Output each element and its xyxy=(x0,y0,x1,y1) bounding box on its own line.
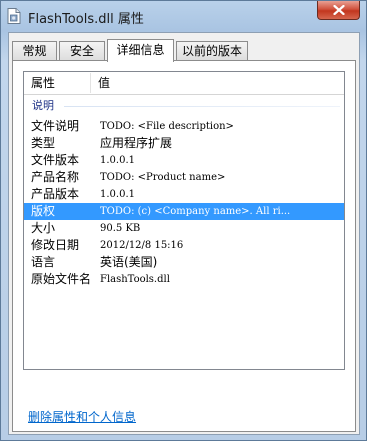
property-name: 文件说明 xyxy=(31,119,80,133)
property-name: 产品版本 xyxy=(31,187,80,201)
close-icon xyxy=(333,5,345,15)
list-item[interactable]: 文件说明 TODO: <File description> xyxy=(24,118,344,135)
details-panel: 属性 值 说明 文件说明 TODO: <File description> 类型… xyxy=(12,60,356,432)
properties-list[interactable]: 属性 值 说明 文件说明 TODO: <File description> 类型… xyxy=(23,71,345,370)
property-name: 类型 xyxy=(31,136,56,150)
property-name: 文件版本 xyxy=(31,153,80,167)
dll-file-icon xyxy=(7,8,21,24)
property-value: 90.5 KB xyxy=(100,223,141,234)
list-item[interactable]: 大小 90.5 KB xyxy=(24,220,344,237)
list-item[interactable]: 原始文件名 FlashTools.dll xyxy=(24,271,344,288)
tab-label: 以前的版本 xyxy=(181,44,242,58)
column-header-value[interactable]: 值 xyxy=(91,72,344,94)
property-name: 修改日期 xyxy=(31,238,80,252)
property-value: 1.0.0.1 xyxy=(100,155,135,166)
list-item-selected[interactable]: 版权 TODO: (c) <Company name>. All ri... xyxy=(24,203,344,220)
property-name: 大小 xyxy=(31,221,56,235)
list-item[interactable]: 语言 英语(美国) xyxy=(24,254,344,271)
tab-general[interactable]: 常规 xyxy=(12,41,57,61)
group-label: 说明 xyxy=(32,98,58,114)
close-button[interactable] xyxy=(317,1,360,20)
tab-label: 常规 xyxy=(22,44,47,58)
property-value: TODO: <File description> xyxy=(100,121,234,132)
tab-security[interactable]: 安全 xyxy=(59,41,105,61)
dialog-client: 常规 安全 详细信息 以前的版本 属性 值 说明 文件说明 TODO: <Fil… xyxy=(8,32,360,435)
group-header-description: 说明 xyxy=(30,98,340,114)
property-value: 应用程序扩展 xyxy=(100,136,173,150)
tab-details[interactable]: 详细信息 xyxy=(107,39,174,62)
property-name: 产品名称 xyxy=(31,170,80,184)
tab-label: 详细信息 xyxy=(116,43,165,57)
tab-label: 安全 xyxy=(69,44,94,58)
property-value: 2012/12/8 15:16 xyxy=(100,240,184,251)
property-value: TODO: (c) <Company name>. All ri... xyxy=(100,206,291,217)
property-value: TODO: <Product name> xyxy=(100,172,226,183)
column-header-property[interactable]: 属性 xyxy=(24,72,90,94)
list-item[interactable]: 产品版本 1.0.0.1 xyxy=(24,186,344,203)
tab-previous-versions[interactable]: 以前的版本 xyxy=(176,41,248,61)
properties-window: FlashTools.dll 属性 常规 安全 详细信息 以前的版本 属性 值 … xyxy=(0,0,367,441)
title-bar[interactable]: FlashTools.dll 属性 xyxy=(1,1,366,31)
list-item[interactable]: 类型 应用程序扩展 xyxy=(24,135,344,152)
list-header: 属性 值 xyxy=(24,72,344,95)
list-item[interactable]: 产品名称 TODO: <Product name> xyxy=(24,169,344,186)
remove-properties-link[interactable]: 删除属性和个人信息 xyxy=(28,408,136,425)
property-name: 原始文件名 xyxy=(31,272,92,286)
property-value: 1.0.0.1 xyxy=(100,189,135,200)
property-name: 语言 xyxy=(31,255,56,269)
property-value: 英语(美国) xyxy=(100,255,158,269)
window-title: FlashTools.dll 属性 xyxy=(28,12,144,27)
property-name: 版权 xyxy=(31,204,56,218)
property-value: FlashTools.dll xyxy=(100,274,170,285)
group-divider xyxy=(64,106,340,107)
list-item[interactable]: 文件版本 1.0.0.1 xyxy=(24,152,344,169)
list-item[interactable]: 修改日期 2012/12/8 15:16 xyxy=(24,237,344,254)
